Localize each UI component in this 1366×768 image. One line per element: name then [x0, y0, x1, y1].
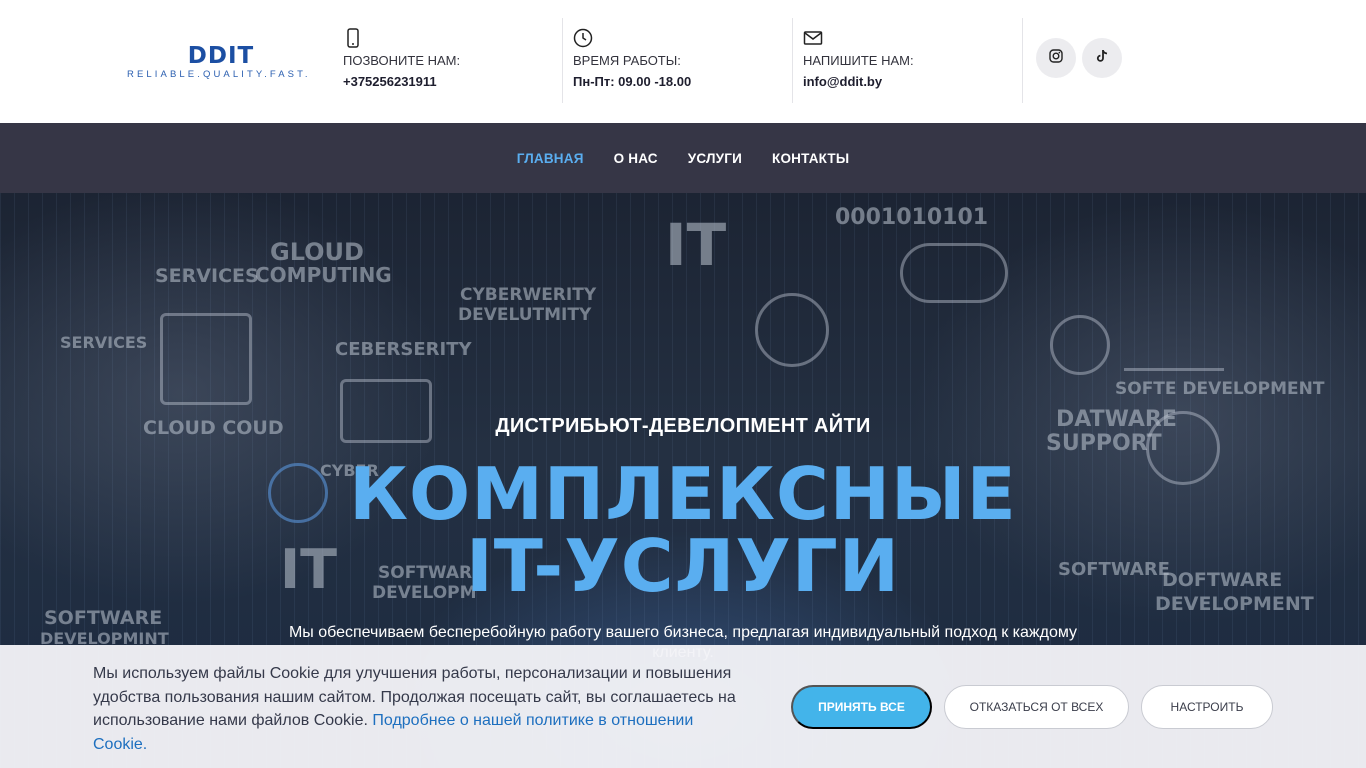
- configure-button[interactable]: НАСТРОИТЬ: [1141, 685, 1273, 729]
- contact-hours-label: ВРЕМЯ РАБОТЫ:: [573, 53, 681, 68]
- top-header: DDIT RELIABLE.QUALITY.FAST. ПОЗВОНИТЕ НА…: [0, 0, 1366, 123]
- mail-icon: [803, 28, 823, 48]
- contact-phone-value[interactable]: +375256231911: [343, 74, 437, 89]
- nav-item-home[interactable]: ГЛАВНАЯ: [517, 151, 584, 166]
- contact-phone-label: ПОЗВОНИТЕ НАМ:: [343, 53, 461, 68]
- reject-all-button[interactable]: ОТКАЗАТЬСЯ ОТ ВСЕХ: [944, 685, 1129, 729]
- hero-subtitle: ДИСТРИБЬЮТ-ДЕВЕЛОПМЕНТ АЙТИ: [495, 415, 871, 437]
- clock-icon: [573, 28, 593, 48]
- hero-title-line-2: IT-УСЛУГИ: [465, 524, 900, 608]
- bar-chart-icon: [1124, 285, 1224, 371]
- logo-text: DDIT: [187, 43, 255, 69]
- nav-item-contacts[interactable]: КОНТАКТЫ: [772, 151, 849, 166]
- hero-bg-word: CEBERSERITY: [335, 339, 472, 360]
- contact-email-label: НАПИШИТЕ НАМ:: [803, 53, 914, 68]
- cookie-text: Мы используем файлы Cookie для улучшения…: [93, 662, 743, 756]
- cookie-banner: Мы используем файлы Cookie для улучшения…: [0, 645, 1366, 768]
- main-nav: ГЛАВНАЯ О НАС УСЛУГИ КОНТАКТЫ: [0, 123, 1366, 193]
- globe-icon: [755, 293, 829, 367]
- nav-item-services[interactable]: УСЛУГИ: [688, 151, 742, 166]
- hero-bg-word: SERVICES: [60, 333, 148, 352]
- tiktok-icon: [1095, 49, 1109, 68]
- instagram-link[interactable]: [1036, 38, 1076, 78]
- instagram-icon: [1049, 48, 1063, 68]
- hero-bg-word: SOFTWARE: [44, 607, 163, 629]
- site-logo[interactable]: DDIT RELIABLE.QUALITY.FAST.: [127, 44, 317, 80]
- hero-bg-word: COMPUTING: [255, 263, 392, 287]
- contact-phone: ПОЗВОНИТЕ НАМ: +375256231911: [343, 18, 563, 103]
- envelope-icon: [160, 313, 252, 405]
- hero-bg-word: GLOUD: [270, 238, 364, 266]
- nav-item-about[interactable]: О НАС: [614, 151, 658, 166]
- logo-tagline: RELIABLE.QUALITY.FAST.: [127, 69, 311, 80]
- cloud-icon: [900, 243, 1008, 303]
- hero-bg-word: DEVELUTMITY: [458, 305, 592, 325]
- tiktok-link[interactable]: [1082, 38, 1122, 78]
- hero-bg-word: 0001010101: [835, 205, 989, 230]
- network-icon: [1050, 315, 1110, 375]
- phone-icon: [343, 28, 363, 48]
- contact-hours: ВРЕМЯ РАБОТЫ: Пн-Пт: 09.00 -18.00: [573, 18, 793, 103]
- accept-all-button[interactable]: ПРИНЯТЬ ВСЕ: [791, 685, 932, 729]
- hero-title: КОМПЛЕКСНЫЕ IT-УСЛУГИ: [0, 458, 1366, 602]
- hero-bg-word: IT: [665, 211, 727, 279]
- contact-email: НАПИШИТЕ НАМ: info@ddit.by: [803, 18, 1023, 103]
- contact-email-value[interactable]: info@ddit.by: [803, 74, 882, 89]
- hero-bg-word: CYBERWERITY: [460, 285, 597, 305]
- hero-bg-word: SOFTE DEVELOPMENT: [1115, 379, 1325, 399]
- hero-bg-word: SERVICES: [155, 265, 259, 287]
- contact-hours-value: Пн-Пт: 09.00 -18.00: [573, 74, 692, 89]
